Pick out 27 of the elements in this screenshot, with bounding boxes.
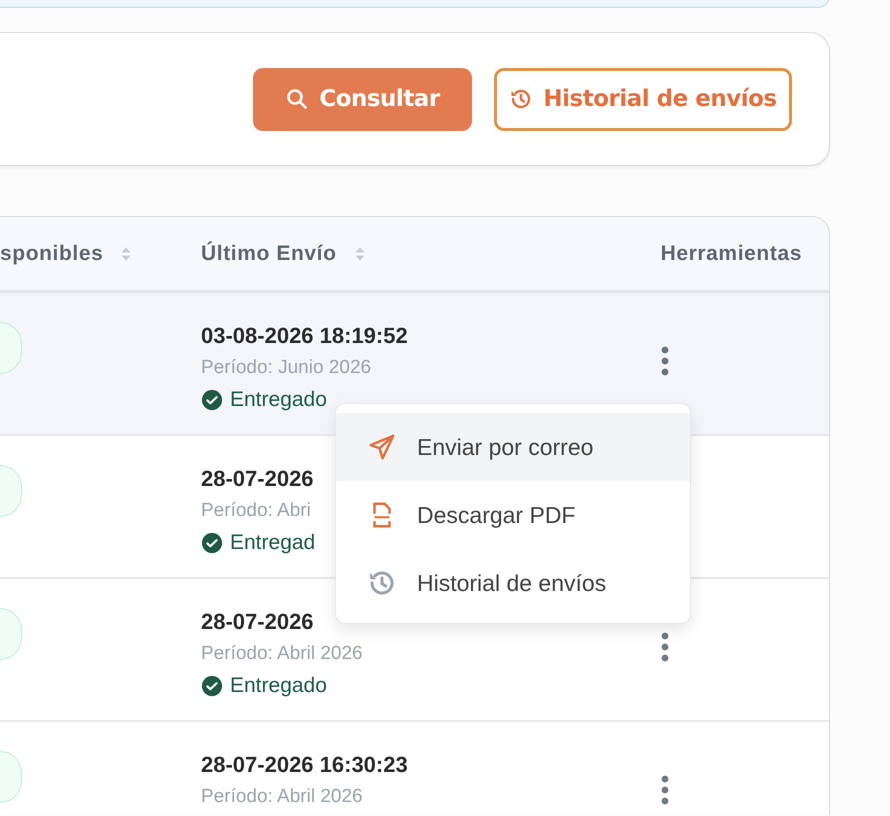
more-options-button[interactable] — [659, 345, 671, 377]
menu-item[interactable]: Enviar por correo — [336, 413, 690, 481]
status-text: Entregado — [230, 673, 327, 699]
check-circle-icon — [201, 389, 223, 411]
column-header[interactable]: sponibles — [0, 242, 201, 266]
last-sent-date: 28-07-2026 16:30:23 — [201, 751, 408, 779]
menu-item[interactable]: Historial de envíos — [336, 549, 690, 617]
more-options-button[interactable] — [659, 774, 671, 806]
period-text: Período: Abril 2026 — [201, 785, 363, 809]
check-circle-icon — [201, 675, 223, 697]
column-header: Herramientas — [660, 242, 803, 266]
send-icon — [367, 432, 397, 462]
status-text: Entregado — [230, 387, 327, 413]
check-circle-icon — [201, 532, 223, 554]
history-button[interactable]: Historial de envíos — [494, 68, 792, 130]
last-sent-date: 28-07-2026 — [201, 608, 314, 636]
period-text: Período: Abri — [201, 499, 311, 523]
last-sent-date: 03-08-2026 18:19:52 — [201, 322, 408, 350]
status-text: Entregad — [230, 530, 316, 556]
menu-item[interactable]: Descargar PDF — [336, 481, 690, 549]
period-text: Período: Abril 2026 — [201, 642, 363, 666]
last-sent-date: 28-07-2026 — [201, 465, 314, 493]
column-header[interactable]: Último Envío — [201, 242, 579, 266]
more-options-button[interactable] — [659, 631, 671, 663]
search-icon — [285, 87, 310, 111]
consult-button[interactable]: Consultar — [253, 68, 472, 130]
period-text: Período: Junio 2026 — [201, 356, 372, 380]
